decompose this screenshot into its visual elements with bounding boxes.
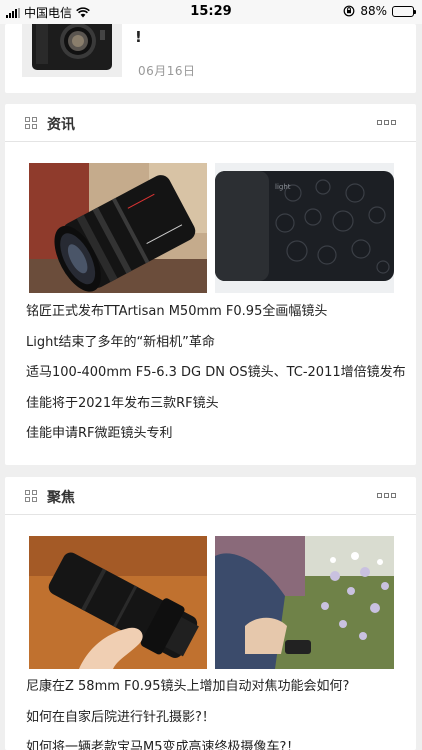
light-brand-text: light <box>275 183 291 191</box>
focus-image-lens-hand[interactable] <box>29 536 207 669</box>
news-list: 铭匠正式发布TTArtisan M50mm F0.95全画幅镜头 Light结束… <box>26 297 406 450</box>
status-right: 88% <box>343 4 416 18</box>
focus-item[interactable]: 如何将一辆老款宝马M5变成高速终极摄像车?！ <box>26 733 406 750</box>
focus-item[interactable]: 尼康在Z 58mm F0.95镜头上增加自动对焦功能会如何? <box>26 672 406 703</box>
section-title-focus: 聚焦 <box>47 490 75 506</box>
battery-percent: 88% <box>360 4 387 18</box>
article-card-top[interactable]: ! 06月16日 <box>5 24 416 93</box>
light-camera-photo-icon <box>215 163 394 293</box>
news-image-lens[interactable] <box>29 163 207 293</box>
news-item[interactable]: 适马100-400mm F5-6.3 DG DN OS镜头、TC-2011增倍镜… <box>26 358 406 389</box>
more-icon[interactable] <box>377 493 396 498</box>
focus-image-garden[interactable] <box>215 536 394 669</box>
section-news: 资讯 light 铭匠正式发布TTArtisan M50mm F0.95全画幅镜… <box>5 104 416 465</box>
news-item[interactable]: 铭匠正式发布TTArtisan M50mm F0.95全画幅镜头 <box>26 297 406 328</box>
focus-image-row <box>29 536 394 669</box>
orientation-lock-icon <box>343 5 355 17</box>
news-item[interactable]: 佳能将于2021年发布三款RF镜头 <box>26 389 406 420</box>
news-item[interactable]: Light结束了多年的“新相机”革命 <box>26 328 406 359</box>
lens-in-hand-photo-icon <box>29 536 207 669</box>
section-title-news: 资讯 <box>47 117 75 133</box>
focus-item[interactable]: 如何在自家后院进行针孔摄影?！ <box>26 703 406 734</box>
camera-body-icon <box>22 24 122 77</box>
focus-list: 尼康在Z 58mm F0.95镜头上增加自动对焦功能会如何? 如何在自家后院进行… <box>26 672 406 750</box>
status-bar: 中国电信 15:29 88% <box>0 0 422 24</box>
news-image-light-camera[interactable]: light <box>215 163 394 293</box>
grid-icon <box>25 490 37 502</box>
camera-body-thumbnail[interactable] <box>22 24 122 77</box>
battery-icon <box>392 5 416 17</box>
section-header-focus: 聚焦 <box>5 477 416 515</box>
news-image-row: light <box>29 163 394 293</box>
more-icon[interactable] <box>377 120 396 125</box>
garden-flowers-photo-icon <box>215 536 394 669</box>
camera-lens-photo-icon <box>29 163 207 293</box>
section-header-news: 资讯 <box>5 104 416 142</box>
grid-icon <box>25 117 37 129</box>
section-focus: 聚焦 尼康在Z 58mm F0.95镜头上增加自动对焦功能会如何? 如何在自家后… <box>5 477 416 750</box>
article-date: 06月16日 <box>138 64 196 78</box>
article-title-fragment[interactable]: ! <box>135 28 142 46</box>
news-item[interactable]: 佳能申请RF微距镜头专利 <box>26 419 406 450</box>
